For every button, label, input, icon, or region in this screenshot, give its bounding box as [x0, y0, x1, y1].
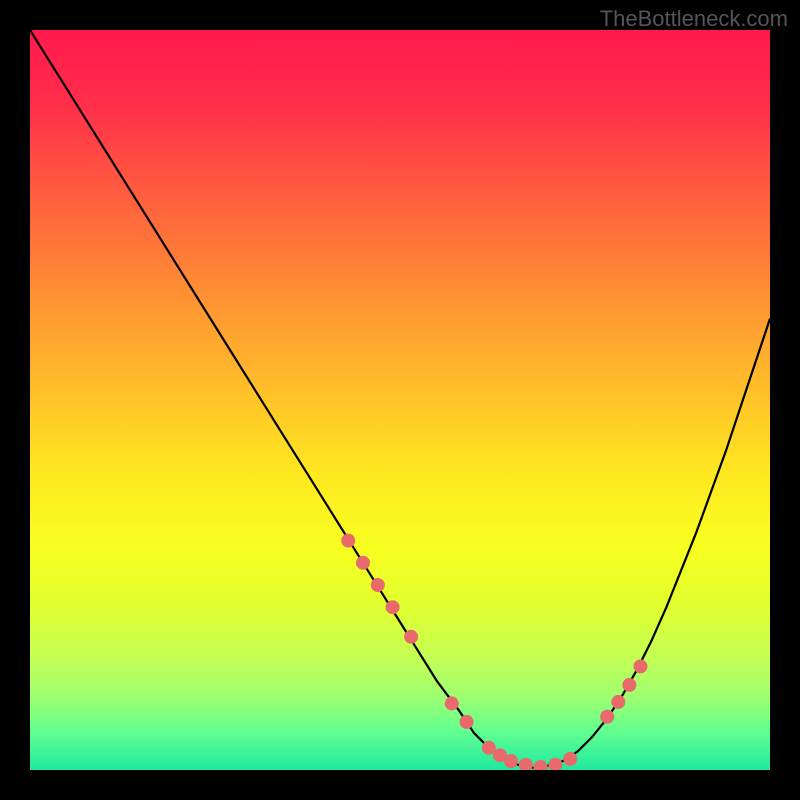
- highlight-dot: [341, 534, 355, 548]
- highlight-dot: [622, 678, 636, 692]
- highlight-dot: [548, 758, 562, 770]
- curve-left-branch: [30, 30, 533, 768]
- highlight-dot: [519, 758, 533, 770]
- highlight-dots: [341, 534, 647, 770]
- highlight-dot: [356, 556, 370, 570]
- highlight-dot: [563, 752, 577, 766]
- watermark-text: TheBottleneck.com: [600, 6, 788, 32]
- curve-right-branch: [533, 319, 770, 768]
- highlight-dot: [504, 754, 518, 768]
- highlight-dot: [386, 600, 400, 614]
- highlight-dot: [600, 710, 614, 724]
- highlight-dot: [634, 659, 648, 673]
- chart-plot-area: [30, 30, 770, 770]
- highlight-dot: [445, 696, 459, 710]
- highlight-dot: [371, 578, 385, 592]
- highlight-dot: [611, 695, 625, 709]
- chart-svg: [30, 30, 770, 770]
- highlight-dot: [460, 715, 474, 729]
- highlight-dot: [534, 760, 548, 770]
- highlight-dot: [404, 630, 418, 644]
